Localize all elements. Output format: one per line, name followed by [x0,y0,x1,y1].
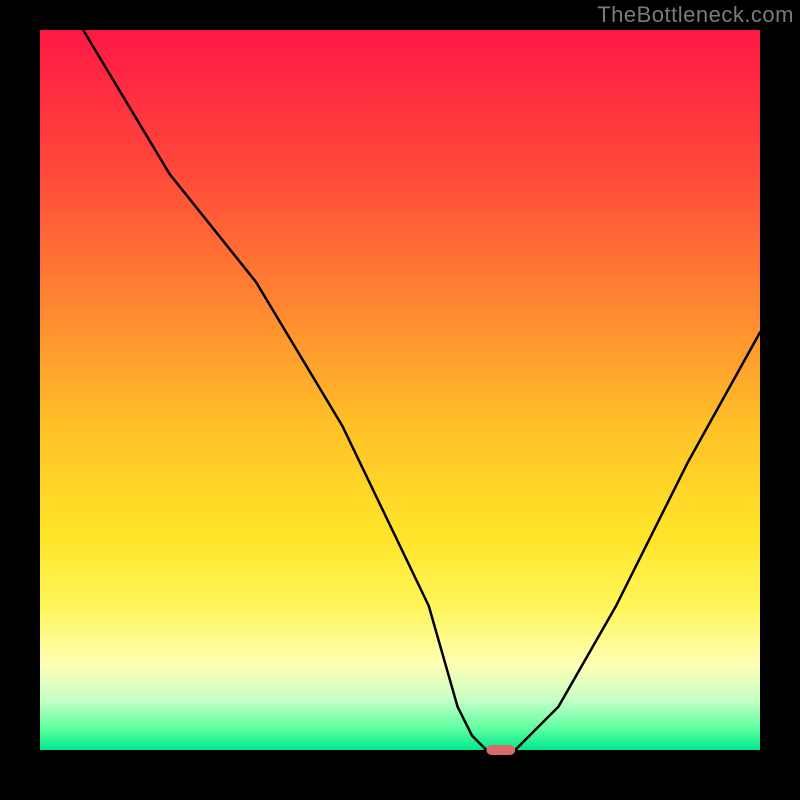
watermark-label: TheBottleneck.com [597,2,794,28]
bottleneck-chart [0,0,800,800]
optimal-marker [486,745,515,755]
